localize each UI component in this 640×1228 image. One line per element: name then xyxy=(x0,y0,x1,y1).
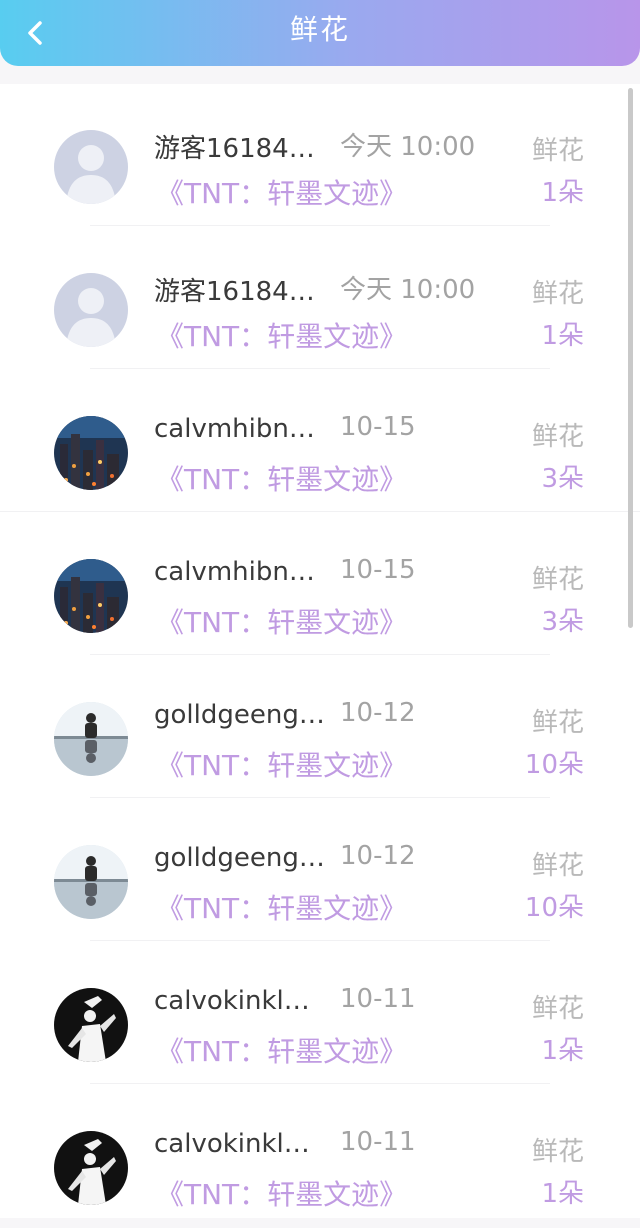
user-name: 游客16184… xyxy=(154,277,315,307)
default-avatar xyxy=(54,130,128,204)
list-item[interactable]: calvmhibn… 10-15 鲜花 《TNT：轩墨文迹》 3朵 xyxy=(0,513,640,656)
gift-type: 鲜花 xyxy=(531,136,584,166)
timestamp: 今天 10:00 xyxy=(340,132,476,162)
flower-count: 10朵 xyxy=(524,750,584,780)
user-name: calvokinkl… xyxy=(154,1129,310,1159)
user-name: calvmhibn… xyxy=(154,414,315,444)
flower-count: 1朵 xyxy=(541,178,584,208)
book-title: 《TNT：轩墨文迹》 xyxy=(156,1178,408,1211)
flower-count: 3朵 xyxy=(541,464,584,494)
book-title: 《TNT：轩墨文迹》 xyxy=(156,749,408,782)
flower-count: 10朵 xyxy=(524,893,584,923)
book-title: 《TNT：轩墨文迹》 xyxy=(156,463,408,496)
divider xyxy=(90,940,550,941)
timestamp: 10-12 xyxy=(340,698,416,728)
user-name: calvmhibn… xyxy=(154,557,315,587)
list-item[interactable]: calvokinkl… 10-11 鲜花 《TNT：轩墨文迹》 1朵 xyxy=(0,942,640,1085)
gift-type: 鲜花 xyxy=(531,994,584,1024)
flower-record-list[interactable]: 游客16184… 今天 10:00 鲜花 《TNT：轩墨文迹》 1朵 游客161… xyxy=(0,84,640,1218)
book-title: 《TNT：轩墨文迹》 xyxy=(156,177,408,210)
list-item[interactable]: golldgeeng… 10-12 鲜花 《TNT：轩墨文迹》 10朵 xyxy=(0,656,640,799)
user-name: calvokinkl… xyxy=(154,986,310,1016)
gift-type: 鲜花 xyxy=(531,279,584,309)
flower-count: 1朵 xyxy=(541,1179,584,1209)
timestamp: 10-12 xyxy=(340,841,416,871)
book-title: 《TNT：轩墨文迹》 xyxy=(156,892,408,925)
user-name: golldgeeng… xyxy=(154,700,324,730)
gift-type: 鲜花 xyxy=(531,422,584,452)
dancer-avatar xyxy=(54,1131,128,1205)
silhouette-window-avatar xyxy=(54,845,128,919)
silhouette-window-avatar xyxy=(54,702,128,776)
divider xyxy=(90,654,550,655)
city-night-avatar xyxy=(54,559,128,633)
list-item[interactable]: calvokinkl… 10-11 鲜花 《TNT：轩墨文迹》 1朵 xyxy=(0,1085,640,1228)
timestamp: 10-15 xyxy=(340,412,416,442)
list-item[interactable]: 游客16184… 今天 10:00 鲜花 《TNT：轩墨文迹》 1朵 xyxy=(0,227,640,370)
gift-type: 鲜花 xyxy=(531,565,584,595)
list-item[interactable]: calvmhibn… 10-15 鲜花 《TNT：轩墨文迹》 3朵 xyxy=(0,370,640,513)
flower-count: 3朵 xyxy=(541,607,584,637)
default-avatar xyxy=(54,273,128,347)
timestamp: 今天 10:00 xyxy=(340,275,476,305)
dancer-avatar xyxy=(54,988,128,1062)
scrollbar[interactable] xyxy=(628,88,633,628)
city-night-avatar xyxy=(54,416,128,490)
timestamp: 10-11 xyxy=(340,1127,416,1157)
flower-count: 1朵 xyxy=(541,1036,584,1066)
user-name: 游客16184… xyxy=(154,134,315,164)
gift-type: 鲜花 xyxy=(531,1137,584,1167)
divider xyxy=(90,1083,550,1084)
divider xyxy=(0,511,640,512)
list-item[interactable]: golldgeeng… 10-12 鲜花 《TNT：轩墨文迹》 10朵 xyxy=(0,799,640,942)
page-title: 鲜花 xyxy=(289,13,350,46)
user-name: golldgeeng… xyxy=(154,843,324,873)
gift-type: 鲜花 xyxy=(531,708,584,738)
list-item[interactable]: 游客16184… 今天 10:00 鲜花 《TNT：轩墨文迹》 1朵 xyxy=(0,84,640,227)
timestamp: 10-15 xyxy=(340,555,416,585)
header-bar: 鲜花 xyxy=(0,0,640,66)
flower-count: 1朵 xyxy=(541,321,584,351)
book-title: 《TNT：轩墨文迹》 xyxy=(156,606,408,639)
divider xyxy=(90,368,550,369)
book-title: 《TNT：轩墨文迹》 xyxy=(156,320,408,353)
book-title: 《TNT：轩墨文迹》 xyxy=(156,1035,408,1068)
gift-type: 鲜花 xyxy=(531,851,584,881)
divider xyxy=(90,797,550,798)
divider xyxy=(90,225,550,226)
timestamp: 10-11 xyxy=(340,984,416,1014)
